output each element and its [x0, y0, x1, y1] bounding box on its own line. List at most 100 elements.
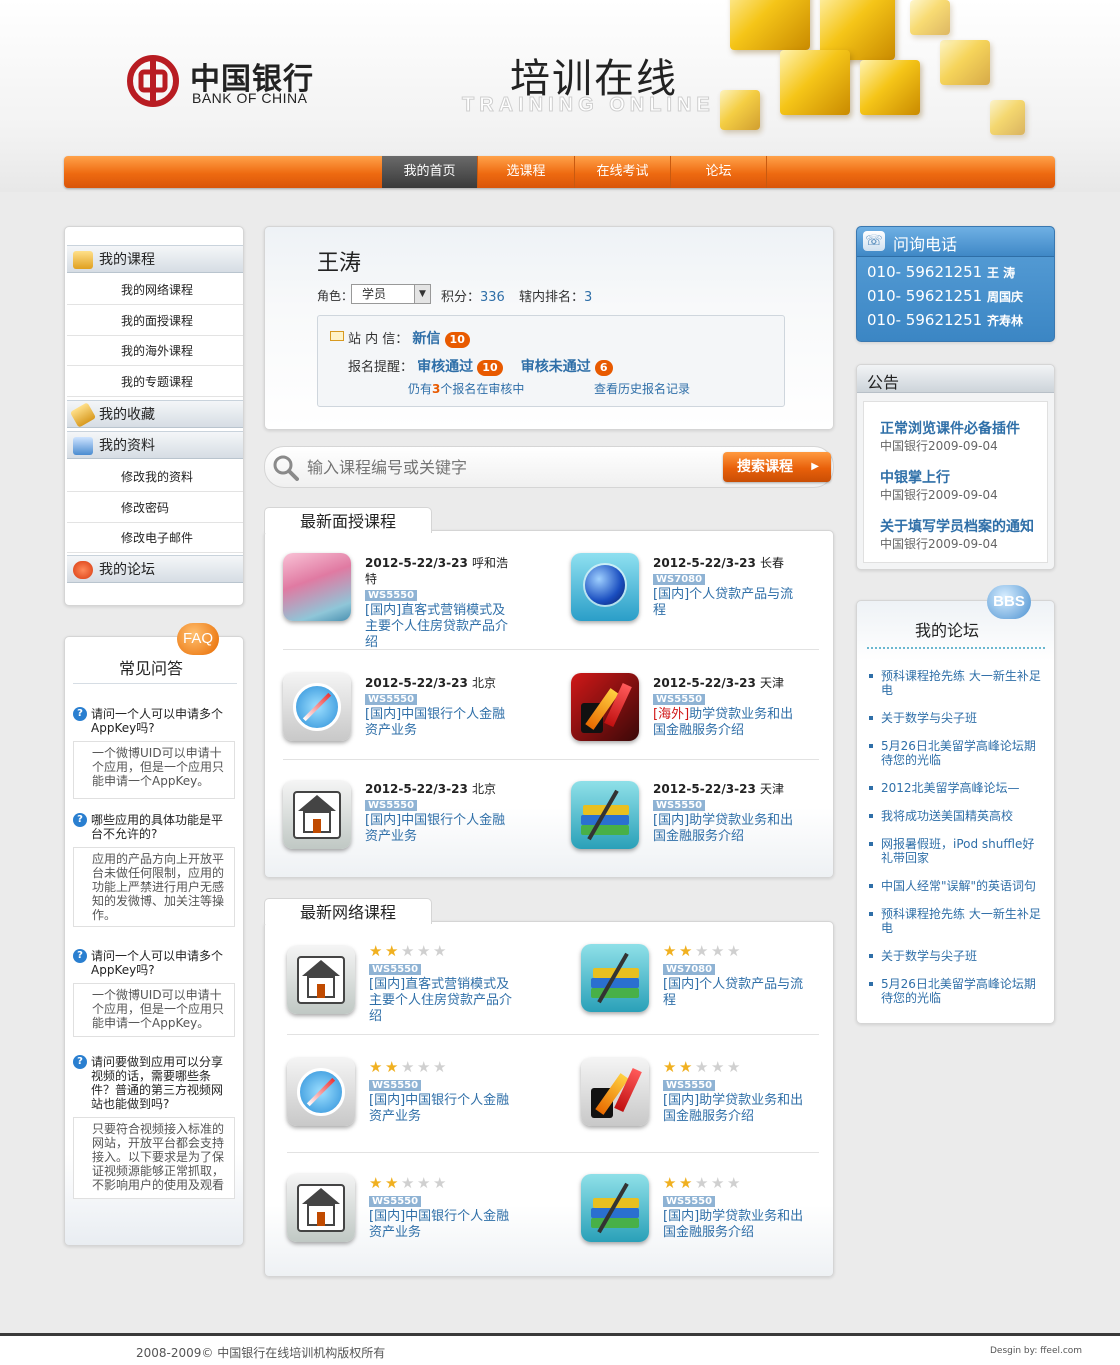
bank-logo[interactable]: 中国银行 BANK OF CHINA [126, 54, 316, 108]
menu-item-password[interactable]: 修改密码 [67, 493, 243, 523]
courses-icon [73, 251, 93, 269]
nav-exam[interactable]: 在线考试 [575, 156, 671, 188]
course-code-badge: WS5550 [663, 1196, 716, 1207]
question-icon: ? [73, 813, 87, 827]
nav-courses[interactable]: 选课程 [478, 156, 575, 188]
course-title-link[interactable]: [海外]助学贷款业务和出国金融服务介绍 [653, 707, 803, 739]
rejected-link[interactable]: 审核未通过 [521, 359, 591, 375]
gold-cubes-banner [690, 0, 1120, 160]
hotline-header: ☏ 问询电话 [857, 227, 1054, 257]
forum-link[interactable]: 我将成功送美国精英高校 [867, 809, 1043, 823]
menu-item-face[interactable]: 我的面授课程 [67, 306, 243, 336]
menu-item-topic[interactable]: 我的专题课程 [67, 367, 243, 397]
star-filled-icon: ★ [369, 1058, 383, 1076]
role-select[interactable]: 学员 ▼ [351, 284, 431, 304]
chart-arrows-icon[interactable] [571, 673, 639, 741]
menu-label: 我的课程 [99, 252, 155, 268]
course-code-badge: WS5550 [369, 964, 422, 975]
globe-icon[interactable] [571, 553, 639, 621]
forum-link[interactable]: 网报暑假班，iPod shuffle好礼带回家 [867, 837, 1043, 865]
course-title-link[interactable]: [国内]中国银行个人金融资产业务 [369, 1093, 519, 1125]
row-divider [287, 1034, 819, 1035]
new-mail-link[interactable]: 新信 [412, 331, 440, 347]
menu-item-email[interactable]: 修改电子邮件 [67, 523, 243, 553]
msg-row: 站 内 信： 新信 10 [348, 328, 470, 348]
question-icon: ? [73, 949, 87, 963]
chart-arrows-icon[interactable] [581, 1058, 649, 1126]
course-title-link[interactable]: [国内]个人贷款产品与流程 [653, 587, 803, 619]
course-date-line: 2012-5-22/3-23 北京 [365, 781, 515, 797]
house-icon[interactable] [287, 1174, 355, 1242]
compass-icon[interactable] [287, 1058, 355, 1126]
notice-link[interactable]: 正常浏览课件必备插件 [880, 418, 1020, 438]
faq-question[interactable]: ? 请问一个人可以申请多个AppKey吗? [73, 949, 233, 977]
nav-home[interactable]: 我的首页 [382, 156, 478, 188]
forum-link[interactable]: 5月26日北美留学高峰论坛期待您的光临 [867, 977, 1043, 1005]
star-filled-icon: ★ [385, 1058, 399, 1076]
search-courses-button[interactable]: 搜索课程 ▶ [723, 452, 831, 482]
contact-name: 周国庆 [986, 290, 1023, 304]
course-title-link[interactable]: [国内]助学贷款业务和出国金融服务介绍 [663, 1209, 813, 1241]
star-filled-icon: ★ [385, 942, 399, 960]
star-empty-icon: ★ [727, 942, 741, 960]
forum-link[interactable]: 预科课程抢先练 大一新生补足电 [867, 907, 1043, 935]
mail-icon [330, 331, 344, 341]
course-title-link[interactable]: [国内]直客式营销模式及主要个人住房贷款产品介绍 [369, 977, 519, 1025]
notice-link[interactable]: 关于填写学员档案的通知 [880, 516, 1034, 536]
notice-link[interactable]: 中银掌上行 [880, 467, 950, 487]
pending-link[interactable]: 仍有3个报名在审核中 [408, 380, 524, 397]
faq-question[interactable]: ? 哪些应用的具体功能是平台不允许的? [73, 813, 233, 841]
faq-question[interactable]: ? 请问一个人可以申请多个AppKey吗? [73, 707, 233, 735]
forum-link[interactable]: 2012北美留学高峰论坛— [867, 781, 1043, 795]
house-icon[interactable] [287, 946, 355, 1014]
course-title-link[interactable]: [国内]中国银行个人金融资产业务 [365, 707, 515, 739]
mail-count-badge: 10 [444, 332, 470, 348]
course-code-badge: WS5550 [369, 1080, 422, 1091]
menu-item-edit-profile[interactable]: 修改我的资料 [67, 462, 243, 492]
search-icon [273, 455, 299, 481]
forum-link[interactable]: 关于数学与尖子班 [867, 711, 1043, 725]
forum-link[interactable]: 5月26日北美留学高峰论坛期待您的光临 [867, 739, 1043, 767]
row-divider [283, 759, 819, 760]
course-title-link[interactable]: [国内]中国银行个人金融资产业务 [369, 1209, 519, 1241]
menu-forum[interactable]: 我的论坛 [67, 555, 243, 583]
menu-profile[interactable]: 我的资料 [67, 431, 243, 459]
faq-question-text: 哪些应用的具体功能是平台不允许的? [91, 813, 224, 841]
course-date-line: 2012-5-22/3-23 天津 [653, 781, 803, 797]
course-title-link[interactable]: [国内]助学贷款业务和出国金融服务介绍 [663, 1093, 813, 1125]
menu-item-overseas[interactable]: 我的海外课程 [67, 336, 243, 366]
rating-stars: ★ ★ ★ ★ ★ [369, 1060, 519, 1077]
course-date-line: 2012-5-22/3-23 北京 [365, 675, 515, 691]
house-icon[interactable] [283, 781, 351, 849]
approved-link[interactable]: 审核通过 [417, 359, 473, 375]
left-menu: 我的课程 我的网络课程 我的面授课程 我的海外课程 我的专题课程 我的收藏 我的… [64, 226, 244, 606]
forum-link[interactable]: 中国人经常"误解"的英语词句 [867, 879, 1043, 893]
books-icon[interactable] [581, 1174, 649, 1242]
menu-my-courses[interactable]: 我的课程 [67, 245, 243, 273]
rating-stars: ★ ★ ★ ★ ★ [663, 1176, 813, 1193]
forum-link[interactable]: 关于数学与尖子班 [867, 949, 1043, 963]
rating-stars: ★ ★ ★ ★ ★ [369, 944, 519, 961]
menu-favorites[interactable]: 我的收藏 [67, 400, 243, 428]
course-code-badge: WS5550 [365, 800, 418, 811]
gradient-app-icon[interactable] [283, 553, 351, 621]
books-icon[interactable] [571, 781, 639, 849]
design-credit[interactable]: Desgin by: ffeel.com [990, 1346, 1082, 1356]
nav-forum[interactable]: 论坛 [671, 156, 767, 188]
history-link[interactable]: 查看历史报名记录 [594, 380, 690, 397]
course-location: 长春 [760, 556, 785, 570]
profile-card-icon [73, 437, 93, 455]
course-title-link[interactable]: [国内]个人贷款产品与流程 [663, 977, 813, 1009]
course-title-link[interactable]: [国内]助学贷款业务和出国金融服务介绍 [653, 813, 803, 845]
search-input[interactable] [307, 455, 707, 479]
course-location: 北京 [472, 782, 497, 796]
course-title-link[interactable]: [国内]直客式营销模式及主要个人住房贷款产品介绍 [365, 603, 515, 651]
compass-icon[interactable] [283, 673, 351, 741]
books-icon[interactable] [581, 944, 649, 1012]
notice-date: 2009-09-04 [928, 488, 998, 502]
faq-question[interactable]: ? 请问要做到应用可以分享视频的话，需要哪些条件？普通的第三方视频网站也能做到吗? [73, 1055, 233, 1111]
course-title-link[interactable]: [国内]中国银行个人金融资产业务 [365, 813, 515, 845]
menu-item-online[interactable]: 我的网络课程 [67, 275, 243, 305]
footer: 2008-2009© 中国银行在线培训机构版权所有 Desgin by: ffe… [0, 1333, 1120, 1365]
forum-link[interactable]: 预科课程抢先练 大一新生补足电 [867, 669, 1043, 697]
